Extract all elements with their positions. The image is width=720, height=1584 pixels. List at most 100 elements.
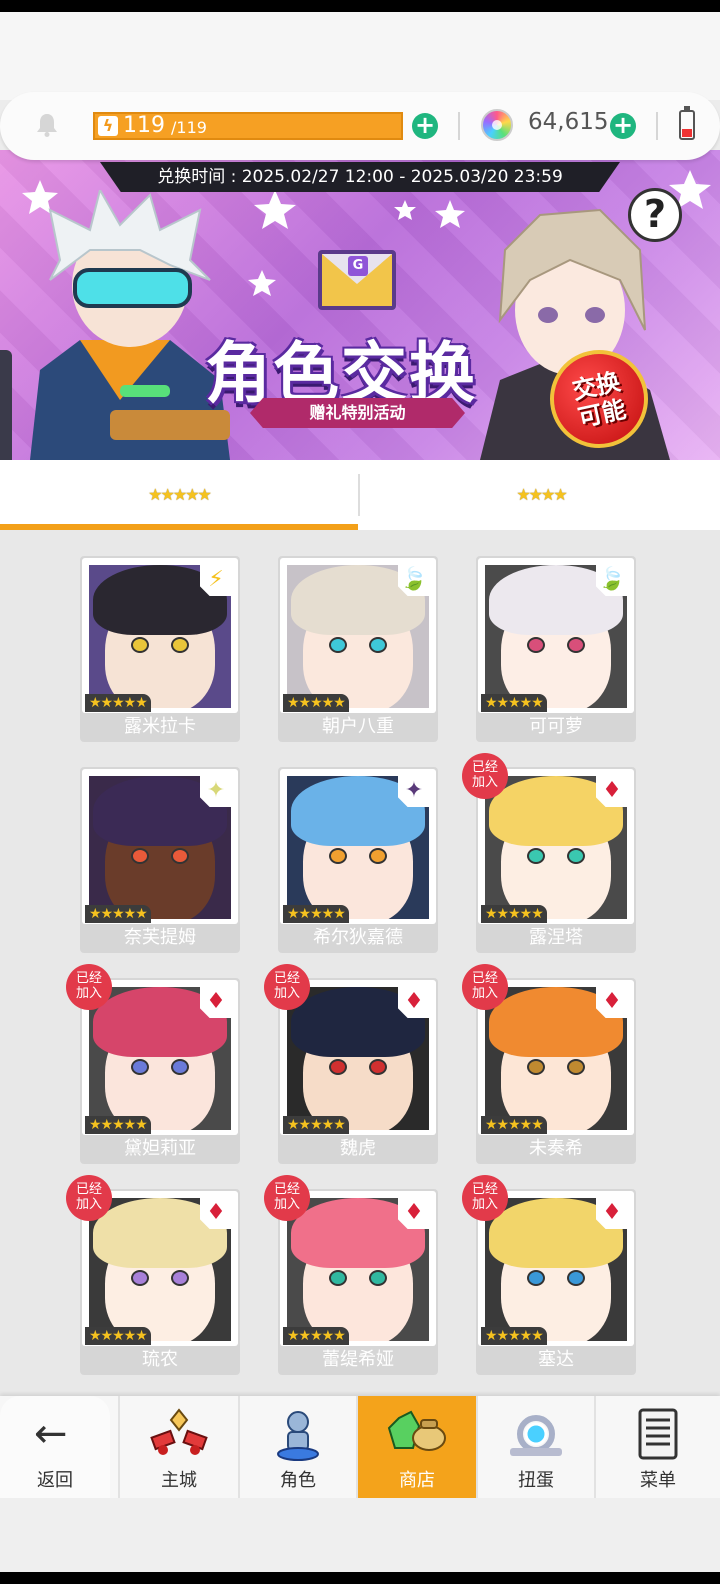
city-icon <box>150 1408 208 1455</box>
portrait-frame: ♦ ★★★★★ <box>478 769 634 924</box>
character-name: 可可萝 <box>529 716 583 737</box>
already-joined-badge: 已经 加入 <box>462 753 508 799</box>
star-rating: ★★★★★ <box>85 694 151 712</box>
character-card[interactable]: ♦ ★★★★★ 魏虎 已经 加入 <box>264 964 438 1164</box>
already-joined-badge: 已经 加入 <box>264 1175 310 1221</box>
character-art-left <box>30 190 230 460</box>
back-button[interactable]: ← 返回 <box>0 1396 110 1498</box>
character-card[interactable]: ✦ ★★★★★ 希尔狄嘉德 <box>278 767 438 953</box>
character-card[interactable]: 🍃 ★★★★★ 朝户八重 <box>278 556 438 742</box>
character-card[interactable]: ♦ ★★★★★ 未奏希 已经 加入 <box>462 964 636 1164</box>
shop-icon <box>387 1410 446 1451</box>
star-rating: ★★★★★ <box>283 694 349 712</box>
already-joined-badge: 已经 加入 <box>66 964 112 1010</box>
portrait-frame: ♦ ★★★★★ <box>280 980 436 1135</box>
portrait-frame: ♦ ★★★★★ <box>280 1191 436 1346</box>
character-name: 未奏希 <box>529 1138 583 1159</box>
side-panel-tab[interactable] <box>0 350 12 460</box>
gacha-icon <box>510 1415 562 1456</box>
energy-current: 119 <box>123 113 165 138</box>
portrait-frame: ♦ ★★★★★ <box>478 980 634 1135</box>
gem-count: 64,615 <box>528 109 609 135</box>
star-rating: ★★★★★ <box>481 694 547 712</box>
nav-item-menu[interactable]: 菜单 <box>596 1396 720 1498</box>
portrait-frame: ✦ ★★★★★ <box>82 769 238 924</box>
nav-item-character[interactable]: 角色 <box>240 1396 356 1498</box>
character-card[interactable]: ⚡ ★★★★★ 露米拉卡 <box>80 556 240 742</box>
nav-label: 商店 <box>399 1470 435 1491</box>
portrait-frame: ✦ ★★★★★ <box>280 769 436 924</box>
status-bar-bottom <box>0 1572 720 1584</box>
already-joined-badge: 已经 加入 <box>462 964 508 1010</box>
status-bar-top <box>0 0 720 12</box>
diamond-icon: ♦ <box>398 1197 430 1229</box>
nav-label: 主城 <box>161 1470 197 1491</box>
star-rating: ★★★★★ <box>283 1116 349 1134</box>
energy-bar: ϟ 119 /119 <box>93 112 403 140</box>
character-card[interactable]: ♦ ★★★★★ 黛妲莉亚 已经 加入 <box>66 964 240 1164</box>
tab-4-star[interactable]: ★★★★ <box>362 460 720 530</box>
resource-bar: ϟ 119 /119 + 64,615 + <box>0 92 720 160</box>
character-card[interactable]: ✦ ★★★★★ 奈芙提姆 <box>80 767 240 953</box>
event-banner: 兑换时间 : 2025.02/27 12:00 - 2025.03/20 23:… <box>0 150 720 460</box>
character-name: 蕾缇希娅 <box>322 1349 394 1370</box>
character-name: 塞达 <box>538 1349 574 1370</box>
exchange-time: 兑换时间 : 2025.02/27 12:00 - 2025.03/20 23:… <box>100 162 620 192</box>
nav-label: 菜单 <box>640 1470 676 1491</box>
add-energy-button[interactable]: + <box>412 113 438 139</box>
portrait-frame: ♦ ★★★★★ <box>478 1191 634 1346</box>
tab-label: ★★★★★ <box>148 485 212 504</box>
star-rating: ★★★★★ <box>481 1116 547 1134</box>
star-rating: ★★★★★ <box>283 1327 349 1345</box>
character-name: 魏虎 <box>340 1138 376 1159</box>
tab-divider <box>358 474 360 516</box>
gem-icon <box>481 109 513 141</box>
tab-5-star[interactable]: ★★★★★ <box>0 460 358 530</box>
character-name: 朝户八重 <box>322 716 394 737</box>
character-card[interactable]: 🍃 ★★★★★ 可可萝 <box>476 556 636 742</box>
top-spacer <box>0 12 720 100</box>
character-name: 奈芙提姆 <box>124 927 196 948</box>
nav-label: 返回 <box>37 1470 73 1491</box>
character-card[interactable]: ♦ ★★★★★ 琉农 已经 加入 <box>66 1175 240 1375</box>
envelope-seal: G <box>348 256 368 276</box>
bell-icon[interactable] <box>34 112 60 138</box>
divider <box>656 112 658 140</box>
help-button[interactable]: ? <box>628 188 682 242</box>
battery-icon <box>679 106 695 140</box>
footer-spacer <box>0 1498 720 1572</box>
character-card[interactable]: ♦ ★★★★★ 蕾缇希娅 已经 加入 <box>264 1175 438 1375</box>
divider <box>458 112 460 140</box>
character-name: 希尔狄嘉德 <box>313 927 403 948</box>
diamond-icon: ♦ <box>596 1197 628 1229</box>
nav-label: 角色 <box>280 1470 316 1491</box>
star-rating: ★★★★★ <box>85 1116 151 1134</box>
star-rating: ★★★★★ <box>481 905 547 923</box>
rarity-tabs: ★★★★★ ★★★★ <box>0 460 720 530</box>
nav-label: 扭蛋 <box>518 1470 554 1491</box>
character-name: 露米拉卡 <box>124 716 196 737</box>
star-rating: ★★★★★ <box>481 1327 547 1345</box>
nav-item-gacha[interactable]: 扭蛋 <box>478 1396 594 1498</box>
portrait-frame: ♦ ★★★★★ <box>82 980 238 1135</box>
character-name: 琉农 <box>142 1349 178 1370</box>
nav-item-city[interactable]: 主城 <box>120 1396 238 1498</box>
energy-max: /119 <box>171 118 207 137</box>
energy-icon: ϟ <box>98 116 118 136</box>
character-name: 黛妲莉亚 <box>124 1138 196 1159</box>
character-card[interactable]: ♦ ★★★★★ 露涅塔 已经 加入 <box>462 753 636 953</box>
already-joined-badge: 已经 加入 <box>462 1175 508 1221</box>
portrait-frame: 🍃 ★★★★★ <box>478 558 634 713</box>
tab-label: ★★★★ <box>516 485 567 504</box>
already-joined-badge: 已经 加入 <box>264 964 310 1010</box>
diamond-icon: ♦ <box>200 1197 232 1229</box>
add-gems-button[interactable]: + <box>610 113 636 139</box>
back-arrow-icon: ← <box>34 1411 68 1457</box>
character-name: 露涅塔 <box>529 927 583 948</box>
envelope-icon: G <box>318 250 396 310</box>
portrait-frame: ⚡ ★★★★★ <box>82 558 238 713</box>
nav-item-shop[interactable]: 商店 <box>358 1396 476 1498</box>
character-card[interactable]: ♦ ★★★★★ 塞达 已经 加入 <box>462 1175 636 1375</box>
event-subtitle: 赠礼特别活动 <box>250 398 465 428</box>
portrait-frame: ♦ ★★★★★ <box>82 1191 238 1346</box>
